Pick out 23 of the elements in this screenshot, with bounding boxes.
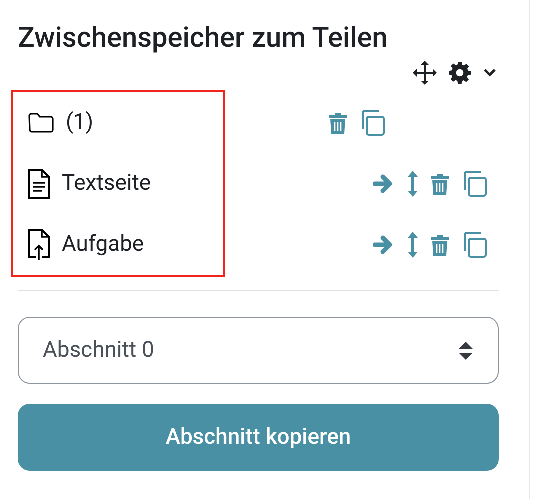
copy-icon[interactable]: [359, 110, 385, 136]
document-icon: [28, 168, 50, 198]
panel-title: Zwischenspeicher zum Teilen: [18, 20, 389, 56]
item-label[interactable]: Textseite: [62, 167, 152, 200]
trash-icon[interactable]: [431, 172, 449, 194]
item-label[interactable]: Aufgabe: [62, 228, 144, 261]
trash-icon[interactable]: [431, 234, 449, 256]
settings-icon[interactable]: [449, 62, 471, 84]
arrow-right-icon[interactable]: [373, 174, 395, 194]
arrow-right-icon[interactable]: [373, 234, 395, 254]
chevron-down-icon[interactable]: [483, 68, 497, 78]
section-select[interactable]: Abschnitt 0: [18, 317, 499, 384]
trash-icon[interactable]: [329, 112, 347, 134]
upload-document-icon: [28, 228, 50, 260]
move-vertical-icon[interactable]: [407, 230, 419, 258]
move-vertical-icon[interactable]: [407, 170, 419, 198]
copy-section-button[interactable]: Abschnitt kopieren: [18, 404, 499, 471]
folder-label[interactable]: (1): [66, 106, 94, 139]
move-icon[interactable]: [413, 61, 437, 85]
copy-icon[interactable]: [461, 170, 487, 196]
copy-icon[interactable]: [461, 232, 487, 258]
sort-icon: [458, 340, 474, 362]
folder-icon: [28, 112, 54, 132]
